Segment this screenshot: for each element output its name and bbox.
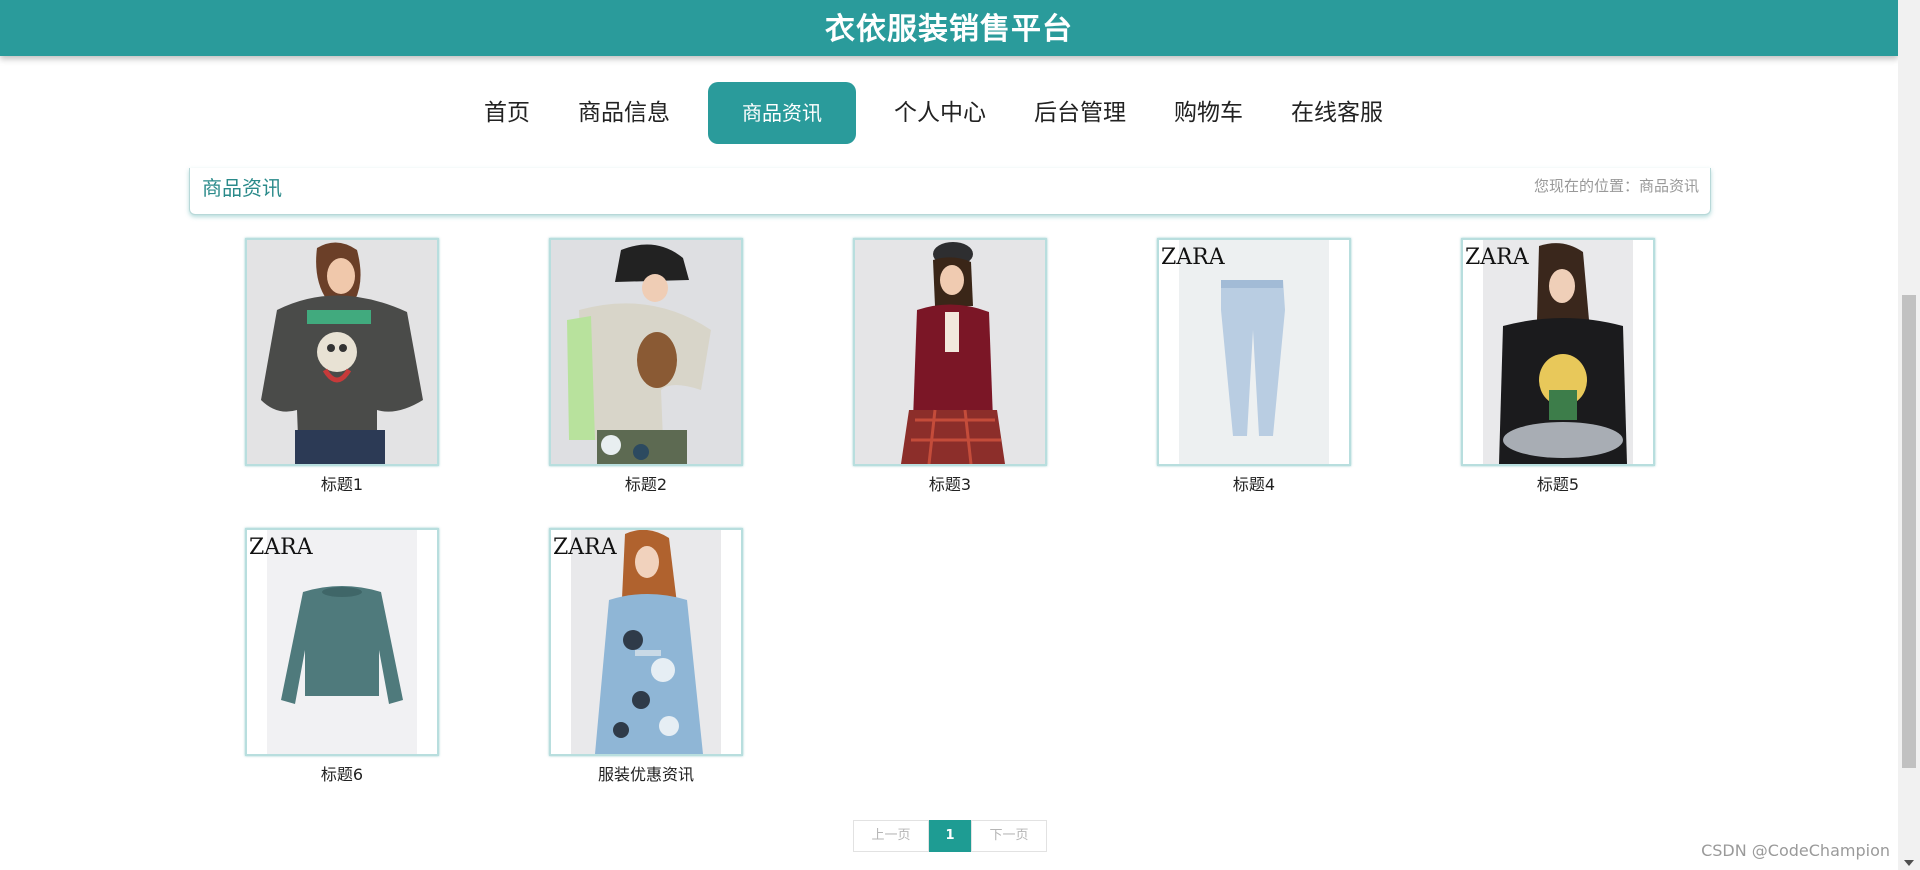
product-caption[interactable]: 标题4	[1157, 471, 1351, 495]
prev-page-button[interactable]: 上一页	[853, 820, 929, 852]
product-caption[interactable]: 服装优惠资讯	[549, 761, 743, 785]
nav-item-support[interactable]: 在线客服	[1267, 82, 1407, 144]
product-card[interactable]: ZARA 标题5	[1461, 238, 1655, 495]
brand-logo: ZARA	[1465, 245, 1530, 270]
brand-logo: ZARA	[1161, 245, 1226, 270]
product-image[interactable]	[549, 238, 743, 466]
product-image[interactable]: ZARA	[549, 528, 743, 756]
next-page-button[interactable]: 下一页	[971, 820, 1047, 852]
nav-item-products[interactable]: 商品信息	[554, 82, 694, 144]
product-image[interactable]	[245, 238, 439, 466]
pagination: 上一页 1 下一页	[853, 820, 1047, 852]
product-card[interactable]: ZARA 服装优惠资讯	[549, 528, 743, 785]
nav-item-profile[interactable]: 个人中心	[870, 82, 1010, 144]
product-caption[interactable]: 标题1	[245, 471, 439, 495]
main-nav: 首页 商品信息 商品资讯 个人中心 后台管理 购物车 在线客服	[460, 82, 1407, 144]
brand-logo: ZARA	[553, 535, 618, 560]
product-image[interactable]: ZARA	[1461, 238, 1655, 466]
product-card[interactable]: ZARA 标题6	[245, 528, 439, 785]
product-card[interactable]: ZARA 标题4	[1157, 238, 1351, 495]
product-image[interactable]	[853, 238, 1047, 466]
product-image[interactable]: ZARA	[245, 528, 439, 756]
section-header: 商品资讯 您现在的位置：商品资讯	[189, 168, 1711, 215]
header-bar: 衣依服装销售平台	[0, 0, 1898, 56]
breadcrumb: 您现在的位置：商品资讯	[1533, 177, 1699, 195]
product-card[interactable]: 标题2	[549, 238, 743, 495]
nav-item-admin[interactable]: 后台管理	[1010, 82, 1150, 144]
vertical-scrollbar[interactable]	[1898, 0, 1920, 870]
brand-logo: ZARA	[249, 535, 314, 560]
product-caption[interactable]: 标题2	[549, 471, 743, 495]
site-title: 衣依服装销售平台	[825, 11, 1073, 47]
scroll-down-icon[interactable]	[1904, 860, 1914, 866]
section-title: 商品资讯	[202, 176, 282, 200]
page: 衣依服装销售平台 首页 商品信息 商品资讯 个人中心 后台管理 购物车 在线客服…	[0, 0, 1920, 870]
product-caption[interactable]: 标题3	[853, 471, 1047, 495]
nav-item-cart[interactable]: 购物车	[1150, 82, 1267, 144]
watermark: CSDN @CodeChampion	[1701, 841, 1890, 860]
product-card[interactable]: 标题1	[245, 238, 439, 495]
product-caption[interactable]: 标题6	[245, 761, 439, 785]
product-caption[interactable]: 标题5	[1461, 471, 1655, 495]
product-card[interactable]: 标题3	[853, 238, 1047, 495]
nav-item-home[interactable]: 首页	[460, 82, 554, 144]
current-page-button[interactable]: 1	[929, 820, 971, 852]
product-image[interactable]: ZARA	[1157, 238, 1351, 466]
scrollbar-thumb[interactable]	[1902, 295, 1916, 768]
nav-item-news[interactable]: 商品资讯	[708, 82, 856, 144]
